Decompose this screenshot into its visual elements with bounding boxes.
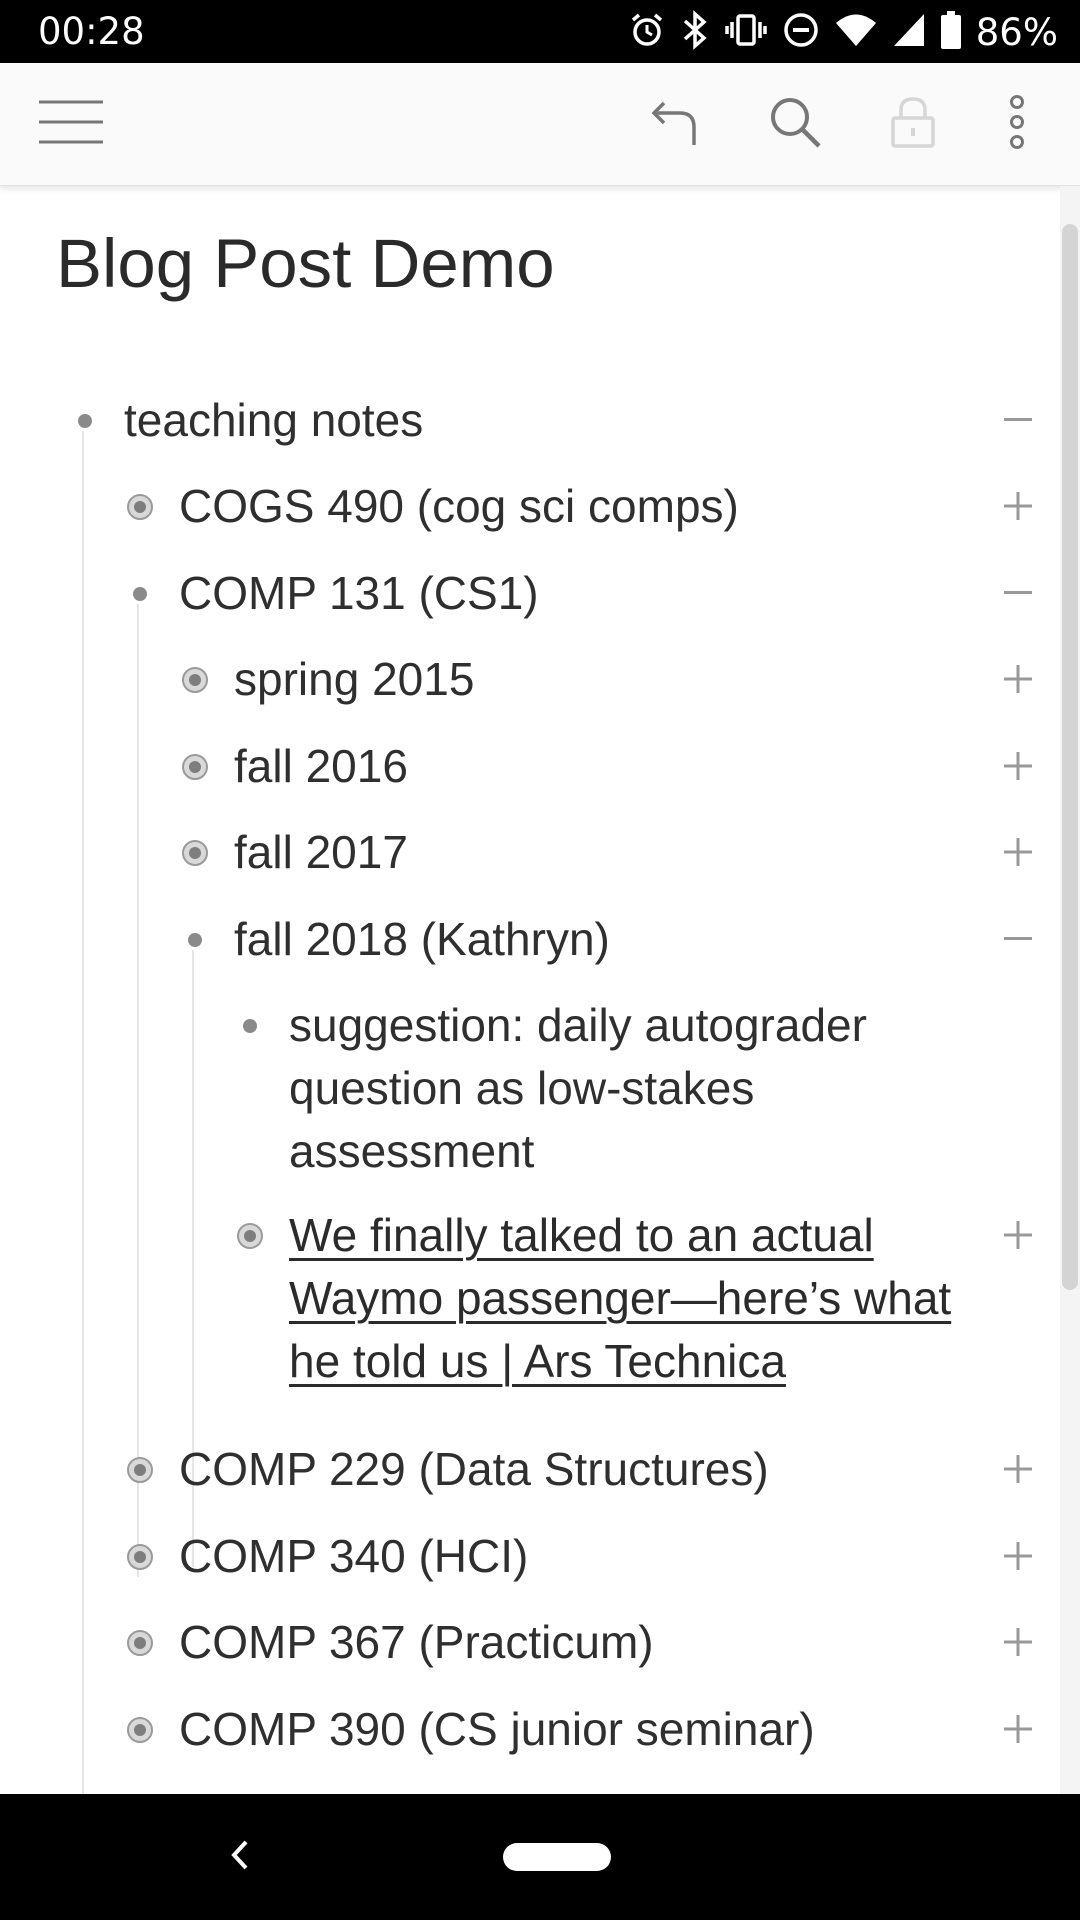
bullet-collapsed[interactable] [235, 1221, 265, 1251]
bullet-collapsed[interactable] [125, 1455, 155, 1485]
wifi-icon [834, 12, 878, 53]
bluetooth-icon [680, 9, 710, 55]
signal-icon [892, 12, 926, 53]
item-text[interactable]: suggestion: daily autograder question as… [289, 994, 969, 1183]
item-text[interactable]: fall 2017 [234, 821, 408, 884]
scrollbar[interactable] [1060, 186, 1080, 1794]
bullet-collapsed[interactable] [125, 1628, 155, 1658]
menu-icon [39, 100, 103, 149]
expand-toggle[interactable] [990, 478, 1046, 534]
item-text[interactable]: fall 2018 (Kathryn) [234, 908, 610, 971]
page-title[interactable]: Blog Post Demo [56, 224, 555, 303]
collapse-toggle[interactable] [990, 392, 1046, 448]
item-text[interactable]: COMP 390 (CS junior seminar) [179, 1698, 815, 1761]
item-text[interactable]: COMP 340 (HCI) [179, 1525, 528, 1588]
document-content[interactable]: Blog Post Demo teaching notes COGS 490 (… [0, 186, 1060, 1794]
undo-icon [650, 97, 700, 152]
lock-icon [891, 96, 935, 153]
item-text[interactable]: COGS 490 (cog sci comps) [179, 475, 739, 538]
item-text[interactable]: COMP 229 (Data Structures) [179, 1438, 769, 1501]
menu-button[interactable] [21, 63, 121, 185]
back-chevron-icon [228, 1838, 252, 1877]
search-icon [768, 95, 822, 154]
indent-guide [82, 431, 84, 1794]
bullet-collapsed[interactable] [125, 1542, 155, 1572]
undo-button[interactable] [625, 63, 725, 185]
nav-home-pill[interactable] [503, 1843, 611, 1871]
status-time: 00:28 [38, 10, 145, 53]
alarm-icon [628, 11, 666, 54]
bullet-collapsed[interactable] [125, 1715, 155, 1745]
search-button[interactable] [745, 63, 845, 185]
navigation-bar [0, 1794, 1080, 1920]
expand-toggle[interactable] [990, 1207, 1046, 1263]
expand-toggle[interactable] [990, 651, 1046, 707]
do-not-disturb-icon [782, 11, 820, 54]
vibrate-icon [724, 11, 768, 54]
more-options-icon [1007, 94, 1027, 154]
status-bar: 00:28 86% [0, 0, 1080, 63]
bullet-collapsed[interactable] [180, 838, 210, 868]
item-text[interactable]: COMP 367 (Practicum) [179, 1611, 654, 1674]
bullet-expanded[interactable] [180, 925, 210, 955]
more-options-button[interactable] [967, 63, 1067, 185]
nav-back-button[interactable] [205, 1822, 275, 1892]
collapse-toggle[interactable] [990, 565, 1046, 621]
battery-percent: 86% [975, 10, 1058, 54]
bullet-expanded[interactable] [70, 406, 100, 436]
toolbar [0, 63, 1080, 186]
bullet-collapsed[interactable] [125, 492, 155, 522]
expand-toggle[interactable] [990, 824, 1046, 880]
expand-toggle[interactable] [990, 1614, 1046, 1670]
bullet-expanded[interactable] [235, 1011, 265, 1041]
expand-toggle[interactable] [990, 1441, 1046, 1497]
expand-toggle[interactable] [990, 1701, 1046, 1757]
bullet-expanded[interactable] [125, 579, 155, 609]
lock-button[interactable] [863, 63, 963, 185]
scrollbar-thumb[interactable] [1062, 224, 1078, 1290]
status-icons: 86% [628, 8, 1058, 56]
expand-toggle[interactable] [990, 1528, 1046, 1584]
bullet-collapsed[interactable] [180, 665, 210, 695]
expand-toggle[interactable] [990, 738, 1046, 794]
item-text[interactable]: spring 2015 [234, 648, 474, 711]
battery-icon [940, 10, 962, 55]
item-text[interactable]: teaching notes [124, 389, 423, 452]
item-text[interactable]: COMP 131 (CS1) [179, 562, 539, 625]
item-text[interactable]: fall 2016 [234, 735, 408, 798]
bullet-collapsed[interactable] [180, 752, 210, 782]
collapse-toggle[interactable] [990, 911, 1046, 967]
indent-guide [137, 604, 139, 1577]
item-link[interactable]: We finally talked to an actual Waymo pas… [289, 1204, 969, 1393]
